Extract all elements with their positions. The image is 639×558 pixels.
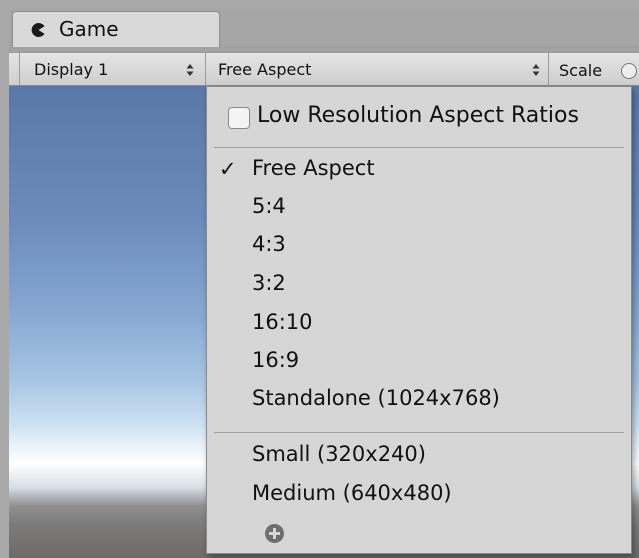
check-mark-icon: ✓ xyxy=(219,157,237,181)
updown-arrows-icon xyxy=(186,64,194,76)
menu-separator xyxy=(214,147,624,148)
aspect-dropdown-value: Free Aspect xyxy=(218,60,312,79)
menu-item-label: Small (320x240) xyxy=(252,442,426,466)
menu-separator xyxy=(214,432,624,433)
window-top-edge xyxy=(0,0,639,9)
menu-item-label: 16:9 xyxy=(252,348,300,372)
tab-game[interactable]: Game xyxy=(12,11,220,47)
menu-item-4-3[interactable]: 4:3 xyxy=(207,228,631,262)
game-toolbar: Display 1 Free Aspect Scale xyxy=(9,52,639,86)
plus-circle-icon[interactable] xyxy=(265,524,284,543)
menu-item-medium[interactable]: Medium (640x480) xyxy=(207,477,631,511)
display-dropdown-value: Display 1 xyxy=(34,60,109,79)
menu-item-label: Medium (640x480) xyxy=(252,481,452,505)
low-res-toggle[interactable]: Low Resolution Aspect Ratios xyxy=(207,87,631,147)
toolbar-divider xyxy=(548,53,549,85)
menu-item-16-9[interactable]: 16:9 xyxy=(207,344,631,378)
menu-item-label: 4:3 xyxy=(252,232,286,256)
menu-item-small[interactable]: Small (320x240) xyxy=(207,438,631,472)
menu-item-label: 16:10 xyxy=(252,310,313,334)
menu-item-standalone[interactable]: Standalone (1024x768) xyxy=(207,382,631,416)
menu-item-5-4[interactable]: 5:4 xyxy=(207,190,631,224)
updown-arrows-icon xyxy=(532,64,540,76)
display-dropdown[interactable]: Display 1 xyxy=(20,53,204,85)
menu-item-3-2[interactable]: 3:2 xyxy=(207,267,631,301)
tab-label: Game xyxy=(59,17,119,41)
menu-item-label: Free Aspect xyxy=(252,156,375,180)
menu-item-label: Standalone (1024x768) xyxy=(252,386,500,410)
menu-item-label: 5:4 xyxy=(252,194,286,218)
menu-item-16-10[interactable]: 16:10 xyxy=(207,306,631,340)
scale-slider-knob[interactable] xyxy=(621,63,637,79)
pacman-game-icon xyxy=(31,23,45,37)
low-res-checkbox[interactable] xyxy=(228,107,250,129)
low-res-label: Low Resolution Aspect Ratios xyxy=(257,103,579,128)
menu-item-label: 3:2 xyxy=(252,271,286,295)
scale-label: Scale xyxy=(559,61,603,80)
window-left-edge xyxy=(0,0,9,558)
aspect-dropdown-menu: Low Resolution Aspect Ratios ✓ Free Aspe… xyxy=(206,86,632,554)
aspect-dropdown[interactable]: Free Aspect xyxy=(206,53,547,85)
menu-item-free-aspect[interactable]: ✓ Free Aspect xyxy=(207,152,631,186)
